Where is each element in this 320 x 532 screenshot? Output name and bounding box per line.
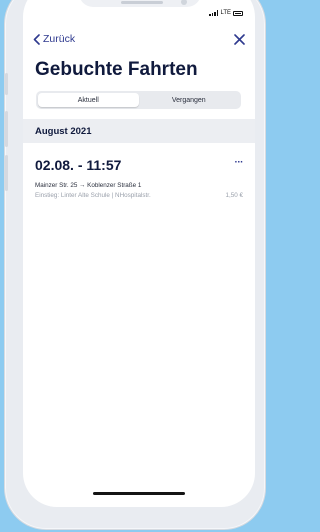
speaker-grille [121, 1, 163, 4]
phone-volume-down-button [5, 155, 8, 191]
segmented-control: Aktuell Vergangen [36, 91, 241, 109]
section-header-month: August 2021 [23, 119, 255, 143]
trip-datetime: 02.08. - 11:57 [35, 157, 122, 173]
home-indicator[interactable] [93, 492, 185, 495]
more-options-button[interactable]: ··· [235, 157, 244, 168]
battery-icon [233, 10, 243, 16]
phone-screen: LTE Zurück Gebuchte Fahrten Aktuell Verg… [23, 0, 255, 507]
app-stage: LTE Zurück Gebuchte Fahrten Aktuell Verg… [0, 0, 266, 532]
page-title: Gebuchte Fahrten [35, 59, 198, 80]
trip-price: 1,50 € [225, 192, 243, 199]
network-label: LTE [220, 10, 231, 16]
back-button[interactable]: Zurück [33, 33, 75, 45]
tab-aktuell[interactable]: Aktuell [38, 93, 139, 107]
phone-volume-up-button [5, 111, 8, 147]
trip-route: Mainzer Str. 25 → Koblenzer Straße 1 [35, 182, 142, 189]
back-label: Zurück [43, 33, 76, 45]
phone-frame: LTE Zurück Gebuchte Fahrten Aktuell Verg… [4, 0, 266, 530]
phone-side-button [5, 73, 8, 95]
tab-vergangen[interactable]: Vergangen [139, 93, 240, 107]
trip-boarding-detail: Einstieg: Linter Alte Schule | NHospital… [35, 192, 151, 199]
nav-bar: Zurück [33, 33, 245, 51]
close-button[interactable] [234, 31, 245, 49]
signal-icon [209, 10, 219, 16]
chevron-left-icon [33, 33, 40, 45]
status-bar: LTE [209, 10, 243, 16]
close-icon [234, 34, 245, 45]
